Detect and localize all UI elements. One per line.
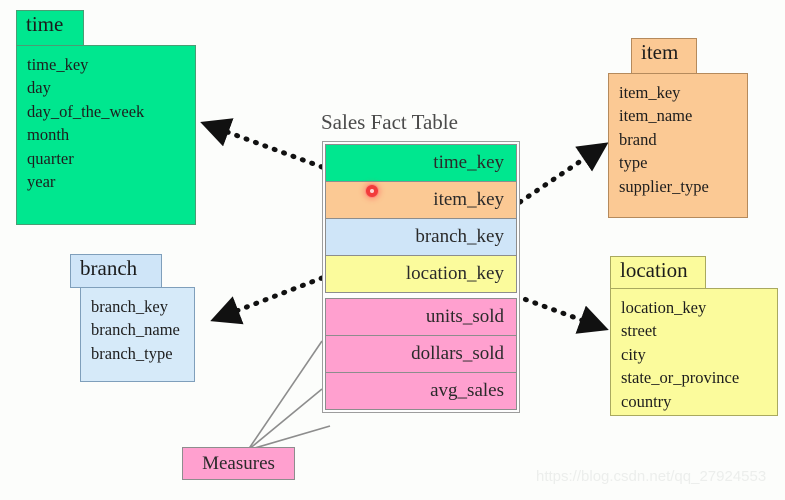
field: supplier_type bbox=[619, 176, 709, 196]
field: item_name bbox=[619, 106, 693, 126]
field: year bbox=[27, 172, 56, 192]
fact-row-units-sold[interactable]: units_sold bbox=[325, 298, 517, 336]
link-fact-to-item bbox=[517, 141, 609, 205]
dimension-table-time[interactable]: time time_key day day_of_the_week month … bbox=[16, 10, 196, 225]
field: quarter bbox=[27, 148, 74, 168]
fact-table[interactable]: time_key item_key branch_key location_ke… bbox=[322, 141, 520, 413]
watermark-url: https://blog.csdn.net/qq_27924553 bbox=[536, 468, 767, 485]
field: item_key bbox=[619, 83, 681, 102]
field: type bbox=[619, 153, 648, 173]
field: country bbox=[621, 391, 672, 411]
fact-table-title: Sales Fact Table bbox=[321, 110, 458, 134]
field: branch_type bbox=[91, 343, 173, 363]
measures-label-box[interactable]: Measures bbox=[182, 447, 295, 480]
dimension-table-item[interactable]: item item_key item_name brand type suppl… bbox=[608, 38, 748, 218]
field: brand bbox=[619, 129, 657, 149]
dimension-title-time: time bbox=[16, 10, 84, 46]
dimension-fields-location: location_key street city state_or_provin… bbox=[610, 288, 778, 416]
dimension-title-item: item bbox=[631, 38, 697, 74]
dimension-title-branch: branch bbox=[70, 254, 162, 288]
field: location_key bbox=[621, 298, 707, 317]
field: street bbox=[621, 321, 657, 341]
field: time_key bbox=[27, 55, 89, 74]
fact-row-avg-sales[interactable]: avg_sales bbox=[325, 372, 517, 410]
dimension-fields-branch: branch_key branch_name branch_type bbox=[80, 287, 195, 382]
fact-row-time-key[interactable]: time_key bbox=[325, 144, 517, 182]
field: month bbox=[27, 125, 70, 145]
dimension-table-location[interactable]: location location_key street city state_… bbox=[610, 256, 778, 416]
field: city bbox=[621, 344, 646, 364]
leader-units-sold bbox=[247, 340, 323, 451]
leader-dollars-sold bbox=[247, 388, 323, 451]
field: day bbox=[27, 78, 51, 98]
fact-row-dollars-sold[interactable]: dollars_sold bbox=[325, 335, 517, 373]
fact-row-item-key[interactable]: item_key bbox=[325, 181, 517, 219]
field: day_of_the_week bbox=[27, 101, 145, 121]
link-fact-to-location bbox=[513, 293, 609, 334]
dimension-table-branch[interactable]: branch branch_key branch_name branch_typ… bbox=[70, 254, 195, 382]
field: branch_key bbox=[91, 297, 168, 316]
dimension-title-location: location bbox=[610, 256, 706, 289]
link-fact-to-branch bbox=[210, 275, 325, 325]
fact-row-branch-key[interactable]: branch_key bbox=[325, 218, 517, 256]
field: state_or_province bbox=[621, 368, 740, 388]
cursor-click-indicator bbox=[366, 185, 378, 197]
field: branch_name bbox=[91, 320, 180, 340]
fact-row-location-key[interactable]: location_key bbox=[325, 255, 517, 293]
link-fact-to-time bbox=[200, 118, 325, 170]
dimension-fields-time: time_key day day_of_the_week month quart… bbox=[16, 45, 196, 225]
star-schema-diagram: time time_key day day_of_the_week month … bbox=[0, 0, 785, 500]
dimension-fields-item: item_key item_name brand type supplier_t… bbox=[608, 73, 748, 218]
